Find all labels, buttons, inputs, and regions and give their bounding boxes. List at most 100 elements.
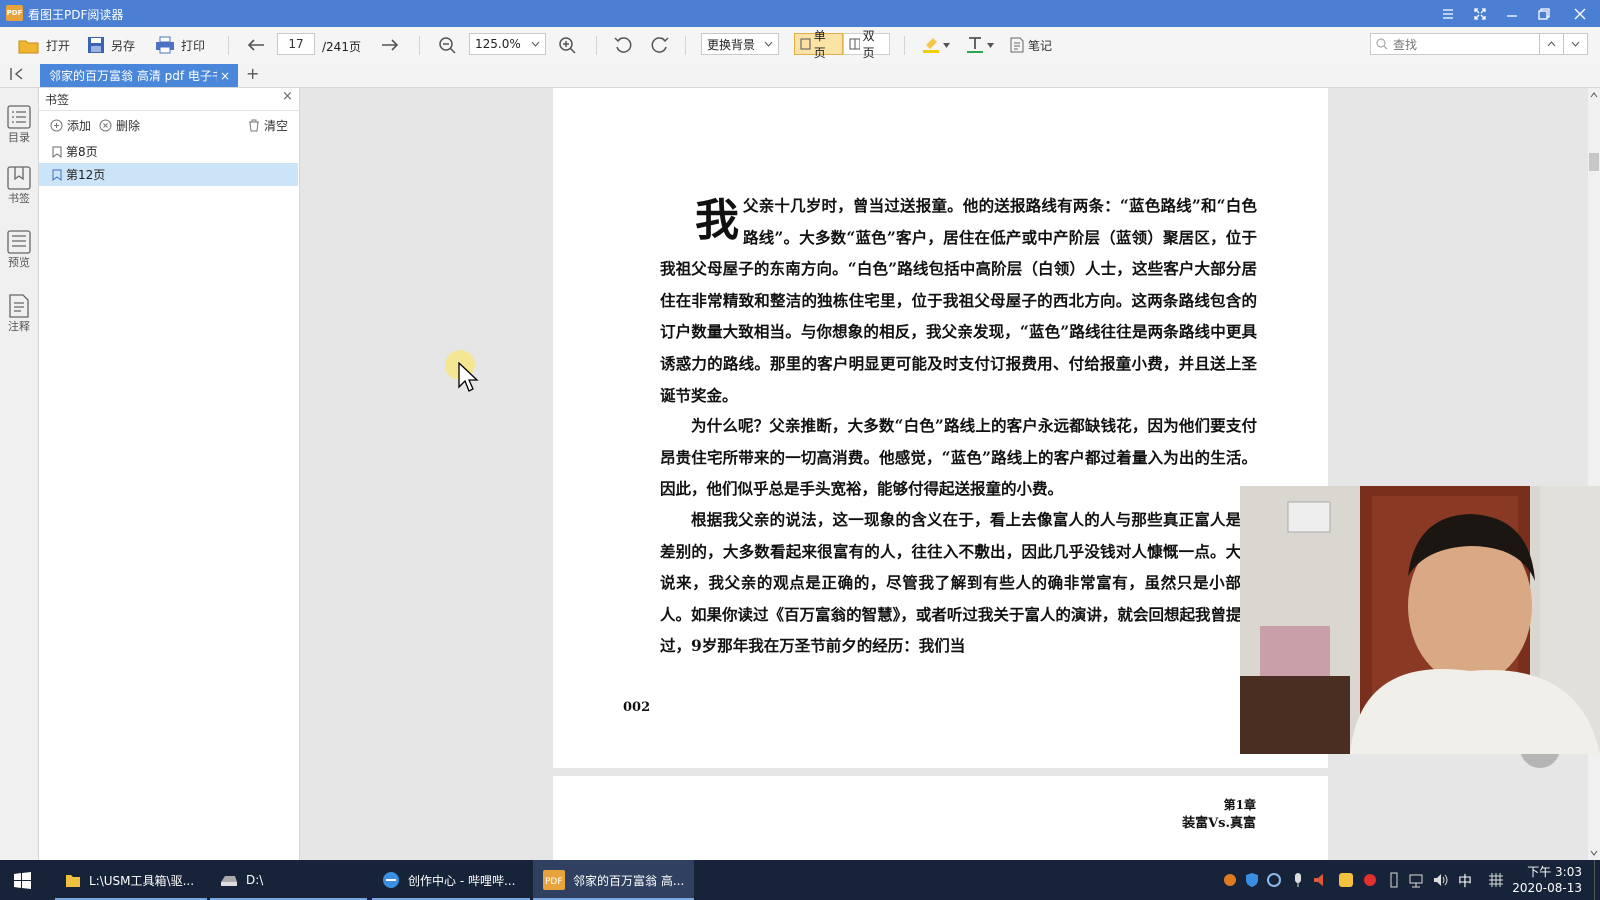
add-bookmark-label: 添加 (67, 119, 92, 133)
shield-icon[interactable] (1244, 872, 1260, 888)
ime-indicator[interactable]: 中 (1458, 871, 1472, 891)
taskbar-item-label: 邻家的百万富翁 高... (573, 873, 685, 888)
annotation-icon (9, 294, 29, 318)
search-prev-button[interactable] (1540, 33, 1564, 55)
scrollbar-thumb[interactable] (1589, 153, 1599, 171)
close-window-button[interactable] (1566, 3, 1594, 25)
microphone-icon[interactable] (1290, 872, 1306, 888)
next-page-button[interactable] (381, 35, 399, 55)
start-button[interactable] (14, 872, 31, 892)
network-icon[interactable] (1408, 872, 1424, 888)
highlighter-icon (923, 38, 939, 53)
delete-bookmark-button[interactable]: 删除 (99, 117, 140, 134)
rotate-right-icon (651, 37, 669, 53)
taskbar-item-label: 创作中心 - 哔哩哔... (408, 873, 516, 888)
taskbar-item-explorer-2[interactable]: D:\ (210, 860, 367, 900)
pdf-page-next: 第1章 装富Vs.真富 (553, 776, 1328, 860)
sidebar-item-preview[interactable]: 预览 (2, 230, 36, 284)
panel-title: 书签 (45, 93, 70, 107)
chevron-down-icon (943, 42, 950, 48)
panel-close-button[interactable]: × (282, 89, 293, 104)
background-select[interactable]: 更换背景 (701, 33, 779, 55)
zoom-out-icon (439, 37, 456, 54)
scroll-down-icon (1590, 850, 1598, 856)
zoom-select[interactable]: 125.0% (469, 33, 546, 55)
bookmark-item[interactable]: 第8页 (39, 140, 298, 163)
prev-page-button[interactable] (247, 35, 265, 55)
zoom-in-icon (559, 37, 576, 54)
taskbar-item-pdf-reader[interactable]: PDF 邻家的百万富翁 高... (533, 860, 694, 900)
record-icon[interactable] (1362, 872, 1378, 888)
keyboard-grid-icon[interactable] (1488, 872, 1504, 888)
toc-icon (7, 105, 31, 129)
double-page-button[interactable]: 双页 (843, 29, 890, 60)
network-share-icon[interactable] (1266, 872, 1282, 888)
fullscreen-icon[interactable] (1466, 3, 1494, 25)
clear-bookmarks-button[interactable]: 清空 (248, 117, 288, 134)
preview-icon (7, 230, 31, 254)
taskbar-item-explorer-1[interactable]: L:\USM工具箱\驱... (55, 860, 207, 900)
taskbar-item-label: D:\ (246, 873, 264, 887)
arrow-right-icon (382, 39, 399, 51)
highlight-button[interactable] (922, 35, 950, 55)
sidebar-item-bookmarks[interactable]: 书签 (2, 166, 36, 220)
minimize-button[interactable] (1498, 3, 1526, 25)
rotate-left-icon (614, 37, 632, 53)
search-input[interactable] (1391, 35, 1535, 55)
trash-icon (249, 119, 259, 132)
tray-app-icon[interactable] (1222, 872, 1238, 888)
bookmark-item-selected[interactable]: 第12页 (39, 163, 298, 186)
save-as-button[interactable]: 另存 (87, 35, 135, 55)
note-icon (1010, 37, 1024, 53)
collapse-sidebar-icon[interactable] (10, 67, 26, 84)
add-bookmark-button[interactable]: 添加 (50, 117, 91, 134)
usb-icon[interactable] (1386, 872, 1402, 888)
clear-bookmarks-label: 清空 (264, 119, 289, 133)
show-desktop-button[interactable] (1594, 860, 1600, 900)
webcam-video (1240, 486, 1600, 754)
drive-icon (221, 876, 237, 886)
zoom-out-button[interactable] (438, 35, 456, 55)
open-button[interactable]: 打开 (18, 35, 70, 55)
tray-app-icon[interactable] (1338, 872, 1354, 888)
speaker-alert-icon[interactable] (1312, 872, 1328, 888)
taskbar-item-browser[interactable]: 创作中心 - 哔哩哔... (372, 860, 530, 900)
app-logo: PDF (6, 5, 23, 21)
pdf-page: 我父亲十几岁时，曾当过送报童。他的送报路线有两条：“蓝色路线”和“白色路线”。大… (553, 88, 1328, 768)
chapter-number: 第1章 (1223, 798, 1256, 812)
single-page-label: 单页 (813, 29, 826, 60)
search-icon (1376, 38, 1388, 50)
rotate-left-button[interactable] (614, 35, 632, 55)
volume-icon[interactable] (1432, 872, 1448, 888)
paragraph-2: 为什么呢？父亲推断，大多数“白色”路线上的客户永远都缺钱花，因为他们要支付昂贵住… (660, 416, 1257, 499)
x-circle-icon (99, 119, 112, 132)
new-tab-button[interactable]: + (246, 64, 259, 83)
print-button[interactable]: 打印 (155, 35, 205, 55)
bookmark-panel: 书签 × 添加 删除 清空 第8页 第12页 (39, 88, 300, 860)
tab-close-button[interactable]: × (220, 69, 230, 83)
sidebar-item-toc[interactable]: 目录 (2, 105, 36, 159)
menu-icon[interactable] (1434, 3, 1462, 25)
chevron-down-icon (764, 41, 773, 47)
taskbar: L:\USM工具箱\驱... D:\ 创作中心 - 哔哩哔... PDF 邻家的… (0, 860, 1600, 900)
single-page-icon (800, 38, 811, 50)
zoom-value: 125.0% (475, 37, 521, 51)
restore-button[interactable] (1530, 3, 1558, 25)
folder-icon (66, 875, 80, 887)
chevron-down-icon (531, 41, 540, 47)
page-number-input[interactable]: 17 (277, 33, 315, 55)
search-box[interactable] (1370, 33, 1540, 55)
bookmark-item-label: 第8页 (66, 145, 98, 159)
sidebar-item-annotations[interactable]: 注释 (2, 294, 36, 348)
rotate-right-button[interactable] (651, 35, 669, 55)
clock[interactable]: 下午 3:03 2020-08-13 (1512, 864, 1582, 896)
notes-button[interactable]: 笔记 (1010, 35, 1052, 55)
single-page-button[interactable]: 单页 (794, 29, 843, 60)
search-next-button[interactable] (1564, 33, 1588, 55)
zoom-in-button[interactable] (558, 35, 576, 55)
page-number: 002 (623, 700, 651, 715)
paragraph-1: 我父亲十几岁时，曾当过送报童。他的送报路线有两条：“蓝色路线”和“白色路线”。大… (660, 190, 1257, 411)
open-label: 打开 (46, 38, 71, 53)
text-tool-button[interactable] (966, 35, 994, 55)
tab-document[interactable]: 邻家的百万富翁 高清 pdf 电子书 × (40, 64, 238, 87)
